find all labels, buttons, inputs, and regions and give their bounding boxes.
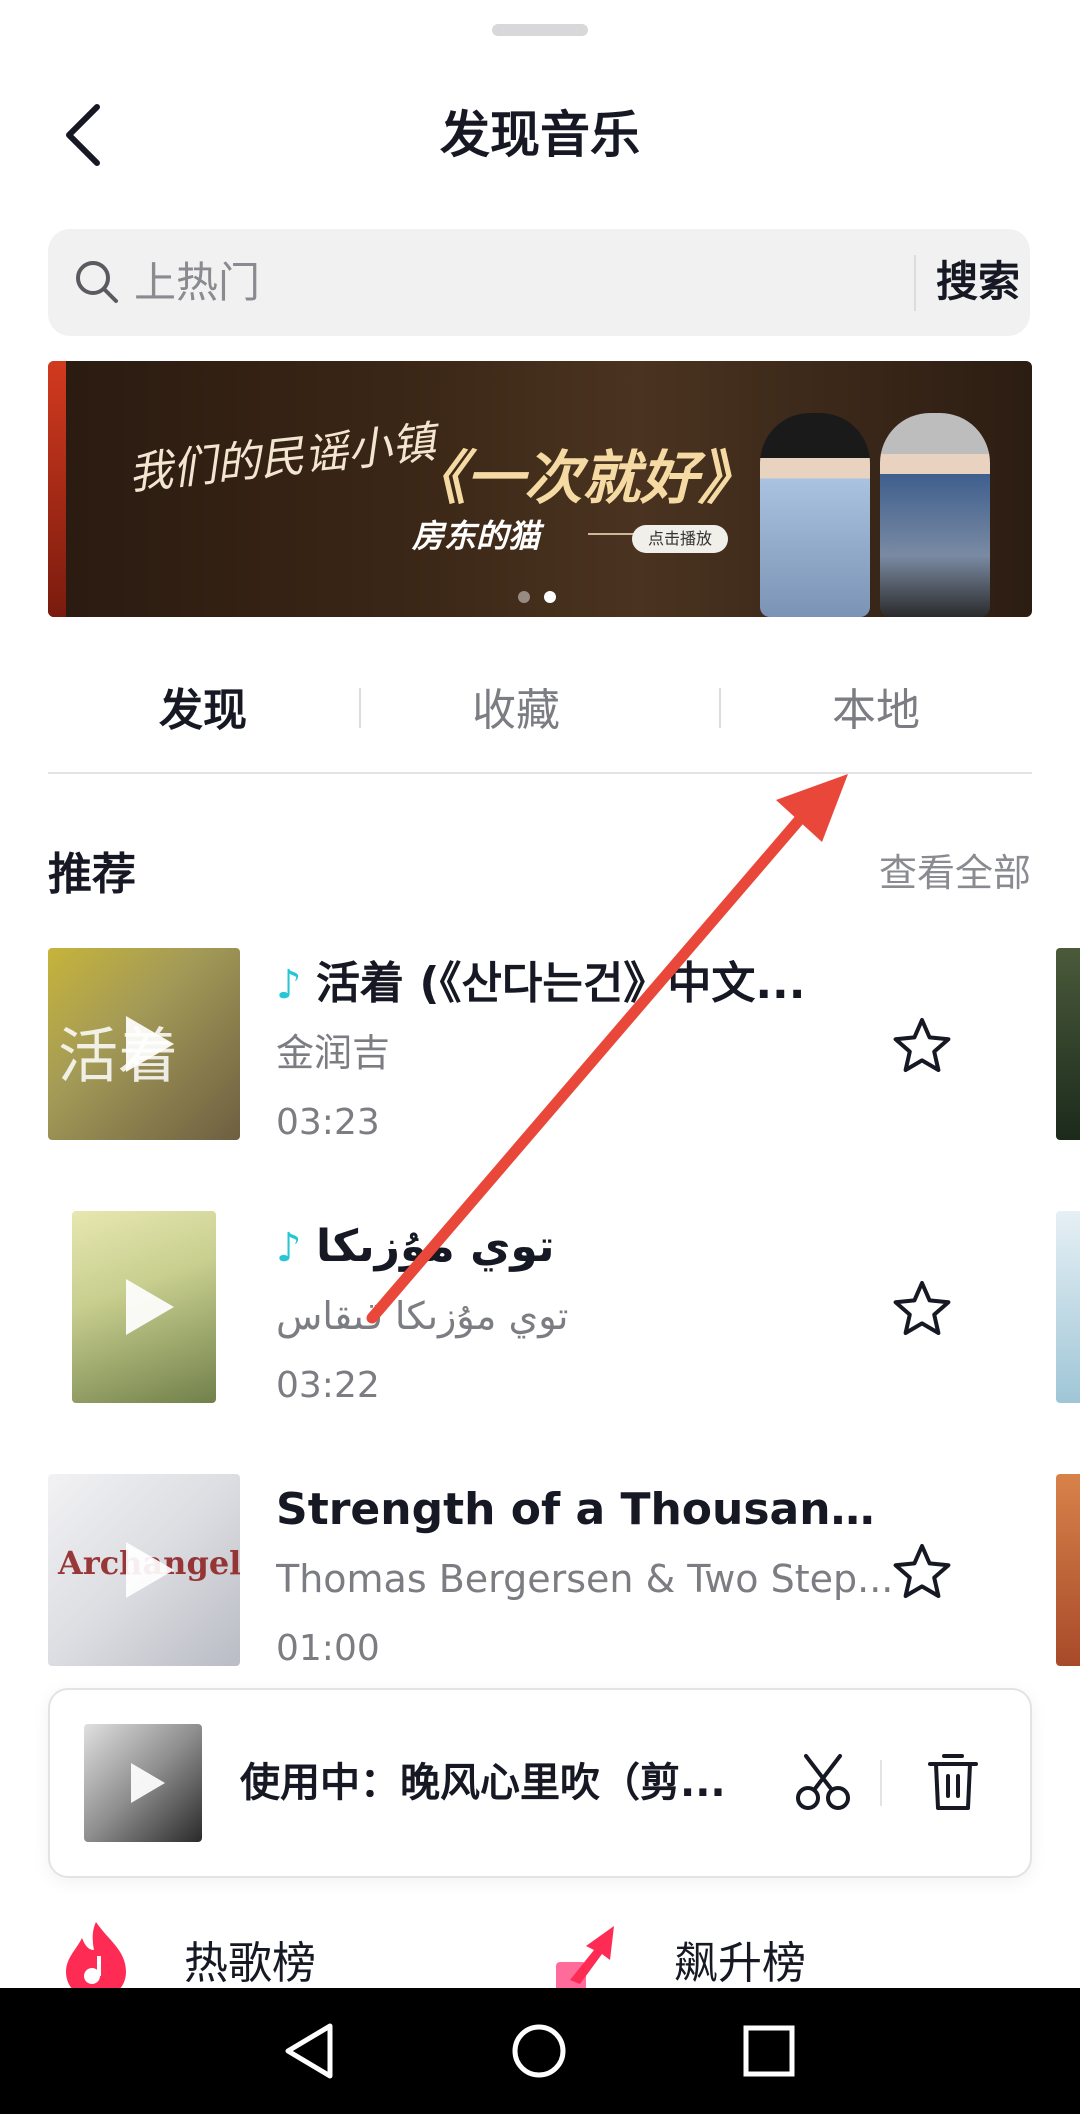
play-icon [126,1279,174,1335]
now-playing-bar[interactable]: 使用中：晚风心里吹（剪... [48,1688,1032,1878]
star-icon[interactable] [890,1014,954,1078]
charts-row: 热歌榜 飙升榜 [0,1920,1080,1988]
banner-edge [48,361,66,617]
search-bar[interactable]: 搜索 [48,229,1030,336]
song-title: Strength of a Thousand ... [276,1484,896,1535]
chart-label: 热歌榜 [184,1938,316,1988]
tab-favorites[interactable]: 收藏 [416,676,616,746]
next-card-preview[interactable] [1056,1474,1080,1666]
rising-arrow-icon [556,1926,614,1988]
song-title: ♪ 活着 (《산다는건》中文... [276,954,896,1015]
banner-song-title: 《一次就好》 [408,444,757,512]
tab-divider [719,688,721,728]
sheet-drag-handle[interactable] [492,24,588,36]
search-input[interactable] [134,247,834,317]
now-playing-divider [880,1760,882,1806]
album-cover[interactable]: 活着 [48,948,240,1140]
header: 发现音乐 [0,80,1080,190]
now-playing-title: 使用中：晚风心里吹（剪... [240,1760,726,1806]
song-artist: 金润吉 [276,1031,391,1075]
douyin-note-icon: ♪ [276,1225,302,1271]
see-all-link[interactable]: 查看全部 [879,842,1031,897]
song-title: ♪ توي مۇزىكا [276,1217,896,1278]
banner-artist: 房东的猫 [412,517,541,555]
section-title: 推荐 [48,849,136,900]
next-card-preview[interactable] [1056,948,1080,1140]
chart-label: 飙升榜 [674,1938,806,1988]
search-icon [76,261,118,303]
chart-hot-songs[interactable]: 热歌榜 [60,1920,316,1988]
next-card-preview[interactable] [1056,1211,1080,1403]
douyin-note-icon: ♪ [276,962,302,1008]
song-duration: 01:00 [276,1628,380,1669]
banner-pagination [518,591,556,603]
chart-rising[interactable]: 飙升榜 [550,1920,806,1988]
tab-bar: 发现 收藏 本地 [48,658,1032,774]
song-title-text: 活着 (《산다는건》中文... [316,958,806,1009]
banner-play-tag[interactable]: 点击播放 [632,525,729,553]
play-icon [131,1763,165,1803]
system-nav-bar [0,1988,1080,2114]
banner-artist-photo [880,413,990,617]
nav-recents-icon[interactable] [734,2016,804,2086]
search-divider [914,255,916,311]
trash-icon[interactable] [918,1748,988,1818]
nav-home-icon[interactable] [504,2016,574,2086]
play-icon [126,1542,174,1598]
now-playing-cover[interactable] [84,1724,202,1842]
banner-artist-photo [760,413,870,617]
page-title: 发现音乐 [440,106,640,164]
star-icon[interactable] [890,1277,954,1341]
album-cover[interactable] [72,1211,216,1403]
pagination-dot[interactable] [518,591,530,603]
song-duration: 03:22 [276,1365,380,1406]
song-row[interactable]: 活着 ♪ 活着 (《산다는건》中文... 金润吉 03:23 [48,948,1032,1143]
song-row[interactable]: Archangel Strength of a Thousand ... Tho… [48,1474,1032,1669]
search-button[interactable]: 搜索 [928,247,1028,317]
album-cover[interactable]: Archangel [48,1474,240,1666]
scissors-icon[interactable] [788,1748,858,1818]
song-duration: 03:23 [276,1102,380,1143]
song-row[interactable]: ♪ توي مۇزىكا توي مۇزىكا قىقاس 03:22 [48,1211,1032,1406]
tab-discover[interactable]: 发现 [103,676,303,746]
tab-local[interactable]: 本地 [776,676,976,746]
flame-music-icon [66,1922,126,1988]
tab-divider [359,688,361,728]
song-artist: توي مۇزىكا قىقاس [276,1294,569,1338]
star-icon[interactable] [890,1540,954,1604]
promo-banner[interactable]: 我们的民谣小镇 《一次就好》 房东的猫 点击播放 [48,361,1032,617]
song-artist: Thomas Bergersen & Two Step... [276,1557,894,1601]
banner-left-text: 我们的民谣小镇 [126,417,438,500]
song-title-text: توي مۇزىكا [316,1221,555,1272]
pagination-dot-active[interactable] [544,591,556,603]
nav-back-icon[interactable] [274,2016,344,2086]
play-icon [126,1016,174,1072]
